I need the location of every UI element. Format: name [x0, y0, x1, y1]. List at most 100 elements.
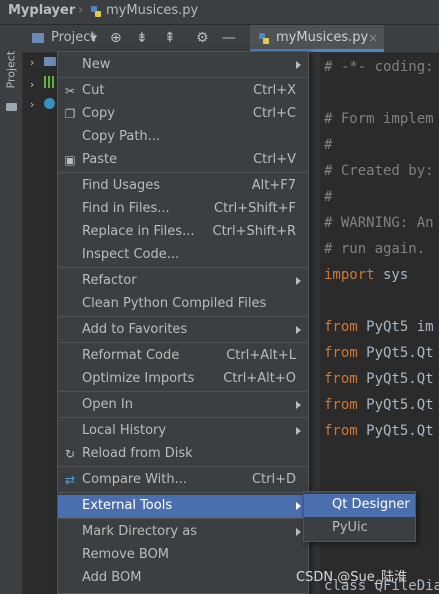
menu-separator — [59, 518, 307, 519]
breadcrumb-project[interactable]: Myplayer — [8, 3, 75, 18]
menu-item-label: Find Usages — [82, 178, 161, 193]
menu-item-label: Paste — [82, 152, 118, 167]
menu-item-find-usages[interactable]: Find Usages Alt+F7 — [58, 175, 308, 198]
menu-item-inspect-code[interactable]: Inspect Code... — [58, 244, 308, 267]
tree-expand-arrow-icon[interactable]: › — [30, 78, 34, 91]
menu-item-label: Cut — [82, 83, 105, 98]
menu-item-label: Local History — [82, 423, 167, 438]
menu-item-open-in[interactable]: Open In — [58, 394, 308, 417]
breadcrumb-file[interactable]: myMusices.py — [106, 3, 198, 18]
breadcrumb-separator-icon: › — [78, 3, 84, 18]
tool-window-stripe: Project — [0, 25, 23, 594]
submenu-arrow-icon — [296, 528, 301, 536]
submenu-item-qt-designer[interactable]: Qt Designer — [304, 494, 415, 517]
shortcut-label: Ctrl+Alt+O — [223, 371, 296, 386]
shortcut-label: Ctrl+V — [253, 152, 296, 167]
menu-separator — [59, 391, 307, 392]
menu-item-clean-python-compiled-files[interactable]: Clean Python Compiled Files — [58, 293, 308, 316]
code-line: from PyQt5.Qt — [324, 397, 434, 413]
code-line: # WARNING: An — [324, 215, 434, 231]
project-tree[interactable]: › › › — [22, 52, 58, 132]
menu-item-label: Clean Python Compiled Files — [82, 296, 267, 311]
gear-icon[interactable]: ⚙ — [196, 30, 209, 46]
menu-item-label: Open In — [82, 397, 133, 412]
project-tool-window-button[interactable]: Project — [5, 51, 18, 89]
context-menu: New ✂ Cut Ctrl+X ❐ Copy Ctrl+C Copy Path... ▣ Pas… — [57, 51, 309, 594]
hide-icon[interactable]: — — [222, 30, 236, 46]
menu-separator — [59, 466, 307, 467]
menu-item-optimize-imports[interactable]: Optimize Imports Ctrl+Alt+O — [58, 368, 308, 391]
menu-item-find-in-files[interactable]: Find in Files... Ctrl+Shift+F — [58, 198, 308, 221]
menu-item-add-to-favorites[interactable]: Add to Favorites — [58, 319, 308, 342]
menu-item-new[interactable]: New — [58, 54, 308, 77]
menu-item-refactor[interactable]: Refactor — [58, 270, 308, 293]
menu-item-paste[interactable]: ▣ Paste Ctrl+V — [58, 149, 308, 172]
navigation-bar: Myplayer › myMusices.py — [0, 0, 439, 25]
menu-item-cut[interactable]: ✂ Cut Ctrl+X — [58, 80, 308, 103]
folder-icon — [6, 103, 17, 111]
tree-expand-arrow-icon[interactable]: › — [30, 98, 34, 111]
menu-separator — [59, 316, 307, 317]
code-line: from PyQt5.Qt — [324, 423, 434, 439]
locate-icon[interactable]: ⊕ — [110, 30, 122, 46]
keyword-token: from — [324, 371, 358, 387]
code-line: # -*- coding: — [324, 59, 434, 75]
compare-icon: ⇄ — [64, 473, 76, 487]
code-line: # Form implem — [324, 111, 434, 127]
code-token: PyQt5.Qt — [357, 371, 434, 387]
tab-mymusices[interactable]: myMusices.py × — [250, 25, 384, 52]
submenu-arrow-icon — [296, 502, 301, 510]
keyword-token: from — [324, 397, 358, 413]
menu-item-add-bom[interactable]: Add BOM — [58, 567, 308, 590]
menu-item-label: New — [82, 57, 111, 72]
menu-item-mark-directory-as[interactable]: Mark Directory as — [58, 521, 308, 544]
menu-item-label: Refactor — [82, 273, 137, 288]
code-line: # Created by: — [324, 163, 434, 179]
chevron-down-icon[interactable]: ▼ — [90, 34, 97, 44]
menu-item-compare-with[interactable]: ⇄ Compare With... Ctrl+D — [58, 469, 308, 492]
code-token: PyQt5 im — [357, 319, 434, 335]
collapse-all-icon[interactable]: ⇞ — [164, 30, 176, 46]
code-line: from PyQt5.Qt — [324, 371, 434, 387]
menu-item-label: Add to Favorites — [82, 322, 188, 337]
menu-item-label: Remove BOM — [82, 547, 170, 562]
code-token: PyQt5.Qt — [357, 345, 434, 361]
close-icon[interactable]: × — [368, 31, 378, 45]
menu-item-label: External Tools — [82, 498, 173, 513]
keyword-token: from — [324, 423, 358, 439]
shortcut-label: Ctrl+Shift+F — [214, 201, 296, 216]
submenu-arrow-icon — [296, 427, 301, 435]
menu-separator — [59, 172, 307, 173]
menu-item-copy-path[interactable]: Copy Path... — [58, 126, 308, 149]
menu-item-label: Copy — [82, 106, 115, 121]
menu-item-label: Reload from Disk — [82, 446, 193, 461]
menu-item-label: Optimize Imports — [82, 371, 195, 386]
code-token: PyQt5.Qt — [357, 423, 434, 439]
shortcut-label: Ctrl+Shift+R — [212, 224, 297, 239]
menu-separator — [59, 492, 307, 493]
library-icon — [44, 76, 56, 88]
menu-item-remove-bom[interactable]: Remove BOM — [58, 544, 308, 567]
tree-expand-arrow-icon[interactable]: › — [30, 56, 34, 69]
menu-item-label: Replace in Files... — [82, 224, 195, 239]
project-view-selector[interactable]: Project — [51, 30, 95, 45]
scissors-icon: ✂ — [64, 84, 76, 98]
menu-item-reload-from-disk[interactable]: ↻ Reload from Disk — [58, 443, 308, 466]
submenu-arrow-icon — [296, 326, 301, 334]
code-line: # — [324, 189, 333, 205]
code-line: from PyQt5.Qt — [324, 345, 434, 361]
external-tools-submenu: Qt Designer PyUic — [303, 491, 416, 542]
menu-item-copy[interactable]: ❐ Copy Ctrl+C — [58, 103, 308, 126]
menu-item-reformat-code[interactable]: Reformat Code Ctrl+Alt+L — [58, 345, 308, 368]
menu-item-external-tools[interactable]: External Tools — [58, 495, 308, 518]
menu-item-replace-in-files[interactable]: Replace in Files... Ctrl+Shift+R — [58, 221, 308, 244]
python-file-icon — [91, 6, 101, 17]
submenu-arrow-icon — [296, 277, 301, 285]
menu-separator — [59, 267, 307, 268]
shortcut-label: Ctrl+X — [253, 83, 296, 98]
python-file-icon — [259, 33, 269, 44]
folder-icon — [44, 57, 56, 66]
expand-all-icon[interactable]: ⇟ — [136, 30, 148, 46]
submenu-item-pyuic[interactable]: PyUic — [304, 517, 415, 540]
menu-item-local-history[interactable]: Local History — [58, 420, 308, 443]
